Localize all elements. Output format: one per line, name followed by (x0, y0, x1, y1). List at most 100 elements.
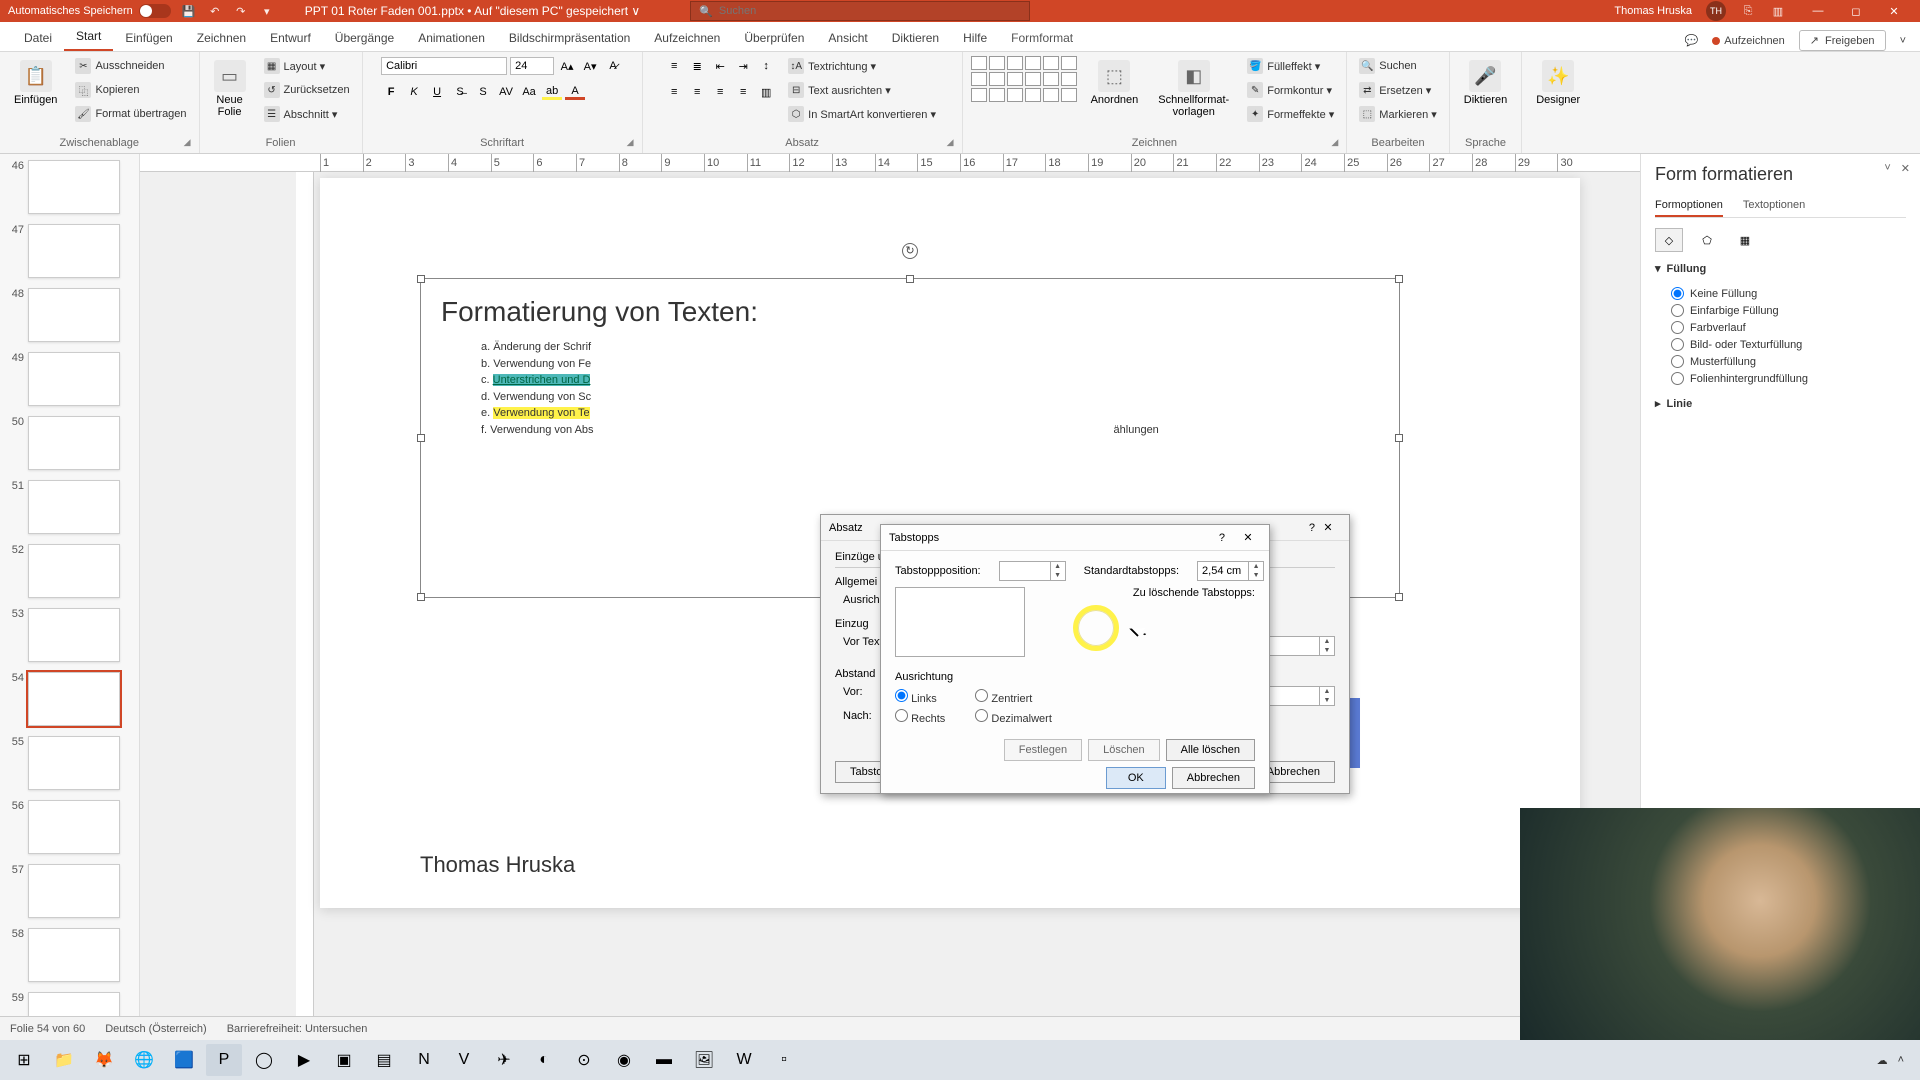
collapse-ribbon-icon[interactable]: ˅ (1900, 35, 1906, 47)
thumb-49[interactable] (28, 352, 120, 406)
tab-aufzeichnen[interactable]: Aufzeichnen (642, 25, 732, 51)
before-spin[interactable]: ▲▼ (1268, 686, 1335, 706)
layout-button[interactable]: ▦Layout ▾ (260, 56, 354, 76)
start-button[interactable]: ⊞ (6, 1044, 42, 1076)
line-section-header[interactable]: ▸Linie (1655, 397, 1906, 410)
handle-mt[interactable] (906, 275, 914, 283)
tray-chevron-icon[interactable]: ˄ (1898, 1054, 1904, 1066)
taskbar-app7[interactable]: ◐ (526, 1044, 562, 1076)
thumb-46[interactable] (28, 160, 120, 214)
taskbar-app3[interactable]: ▣ (326, 1044, 362, 1076)
case-button[interactable]: Aa (519, 82, 539, 102)
thumb-58[interactable] (28, 928, 120, 982)
clear-button[interactable]: Löschen (1088, 739, 1160, 761)
system-tray[interactable]: ☁ ˄ (1877, 1054, 1914, 1067)
tab-animationen[interactable]: Animationen (406, 25, 497, 51)
taskbar-explorer[interactable]: 📁 (46, 1044, 82, 1076)
comments-icon[interactable]: 💬 (1685, 34, 1699, 47)
taskbar-firefox[interactable]: 🦊 (86, 1044, 122, 1076)
pane-tab-text[interactable]: Textoptionen (1743, 195, 1805, 217)
tab-ueberpruefen[interactable]: Überprüfen (732, 25, 816, 51)
thumb-47[interactable] (28, 224, 120, 278)
clearall-button[interactable]: Alle löschen (1166, 739, 1255, 761)
handle-tr[interactable] (1395, 275, 1403, 283)
redo-icon[interactable]: ↷ (233, 3, 249, 19)
taskbar-onenote[interactable]: N (406, 1044, 442, 1076)
pane-tab-form[interactable]: Formoptionen (1655, 195, 1723, 217)
arrange-button[interactable]: ⬚Anordnen (1085, 56, 1145, 110)
dialog-help-icon[interactable]: ? (1219, 532, 1225, 544)
section-button[interactable]: ☰Abschnitt ▾ (260, 104, 354, 124)
tab-ansicht[interactable]: Ansicht (816, 25, 879, 51)
tab-diktieren[interactable]: Diktieren (880, 25, 951, 51)
ruler-horizontal[interactable]: 1234567891011121314151617181920212223242… (140, 154, 1640, 172)
tab-zeichnen[interactable]: Zeichnen (185, 25, 258, 51)
shapes-gallery[interactable] (971, 56, 1077, 102)
rotate-handle[interactable] (902, 243, 918, 259)
text-direction-button[interactable]: ↕ATextrichtung ▾ (784, 56, 940, 76)
smartart-button[interactable]: ⬡In SmartArt konvertieren ▾ (784, 104, 940, 124)
ruler-vertical[interactable] (296, 172, 314, 1016)
select-button[interactable]: ⬚Markieren ▾ (1355, 104, 1440, 124)
align-right-button[interactable]: ≡ (710, 82, 730, 102)
dictate-button[interactable]: 🎤Diktieren (1458, 56, 1513, 110)
shadow-button[interactable]: S (473, 82, 493, 102)
tab-entwurf[interactable]: Entwurf (258, 25, 323, 51)
radio-left[interactable]: Links (895, 689, 945, 705)
draw-launcher[interactable]: ◢ (1331, 137, 1338, 148)
clear-format-button[interactable]: A̷ (603, 56, 623, 76)
tab-formformat[interactable]: Formformat (999, 25, 1085, 51)
tab-start[interactable]: Start (64, 23, 113, 51)
fill-solid[interactable]: Einfarbige Füllung (1671, 302, 1906, 319)
taskbar-app1[interactable]: ◯ (246, 1044, 282, 1076)
replace-button[interactable]: ⇄Ersetzen ▾ (1355, 80, 1440, 100)
record-button[interactable]: Aufzeichnen (1712, 35, 1785, 47)
copy-button[interactable]: ⿻Kopieren (71, 80, 190, 100)
tab-uebergaenge[interactable]: Übergänge (323, 25, 406, 51)
effects-pane-icon[interactable]: ⬠ (1693, 228, 1721, 252)
strike-button[interactable]: S̶ (450, 82, 470, 102)
shape-outline-button[interactable]: ✎Formkontur ▾ (1243, 80, 1338, 100)
cut-button[interactable]: ✂Ausschneiden (71, 56, 190, 76)
maximize-button[interactable]: ◻ (1838, 0, 1874, 22)
designer-button[interactable]: ✨Designer (1530, 56, 1586, 110)
format-painter-button[interactable]: 🖌Format übertragen (71, 104, 190, 124)
default-tab-input[interactable]: ▲▼ (1197, 561, 1264, 581)
taskbar-app9[interactable]: ◉ (606, 1044, 642, 1076)
clipboard-launcher[interactable]: ◢ (184, 137, 191, 148)
taskbar-word[interactable]: W (726, 1044, 762, 1076)
taskbar-app2[interactable]: ▶ (286, 1044, 322, 1076)
font-size[interactable] (510, 57, 554, 75)
radio-decimal[interactable]: Dezimalwert (975, 709, 1052, 725)
cancel-button[interactable]: Abbrechen (1172, 767, 1255, 789)
size-pane-icon[interactable]: ▦ (1731, 228, 1759, 252)
spacing-button[interactable]: AV (496, 82, 516, 102)
pane-close-icon[interactable]: ✕ (1901, 162, 1910, 175)
thumb-55[interactable] (28, 736, 120, 790)
fill-section-header[interactable]: ▾Füllung (1655, 262, 1906, 275)
para-launcher[interactable]: ◢ (947, 137, 954, 148)
tab-datei[interactable]: Datei (12, 25, 64, 51)
fill-none[interactable]: Keine Füllung (1671, 285, 1906, 302)
slide-counter[interactable]: Folie 54 von 60 (10, 1023, 85, 1035)
tab-einfuegen[interactable]: Einfügen (113, 25, 184, 51)
reset-button[interactable]: ↺Zurücksetzen (260, 80, 354, 100)
indent-spin[interactable]: ▲▼ (1268, 636, 1335, 656)
handle-ml[interactable] (417, 434, 425, 442)
taskbar-app4[interactable]: ▤ (366, 1044, 402, 1076)
tabpos-input[interactable]: ▲▼ (999, 561, 1066, 581)
fill-slidebg[interactable]: Folienhintergrundfüllung (1671, 370, 1906, 387)
taskbar-chrome[interactable]: 🌐 (126, 1044, 162, 1076)
coming-soon-icon[interactable]: ⎘ (1740, 3, 1756, 19)
autosave-toggle[interactable]: Automatisches Speichern (8, 4, 171, 18)
ribbon-options-icon[interactable]: ▥ (1770, 3, 1786, 19)
highlight-button[interactable]: ab (542, 82, 562, 102)
font-color-button[interactable]: A (565, 82, 585, 102)
language-status[interactable]: Deutsch (Österreich) (105, 1023, 206, 1035)
shape-effects-button[interactable]: ✦Formeffekte ▾ (1243, 104, 1338, 124)
italic-button[interactable]: K (404, 82, 424, 102)
font-name[interactable] (381, 57, 507, 75)
dialog-tabs-close[interactable]: ✕ (1235, 527, 1261, 549)
fill-gradient[interactable]: Farbverlauf (1671, 319, 1906, 336)
indent-inc-button[interactable]: ⇥ (733, 56, 753, 76)
